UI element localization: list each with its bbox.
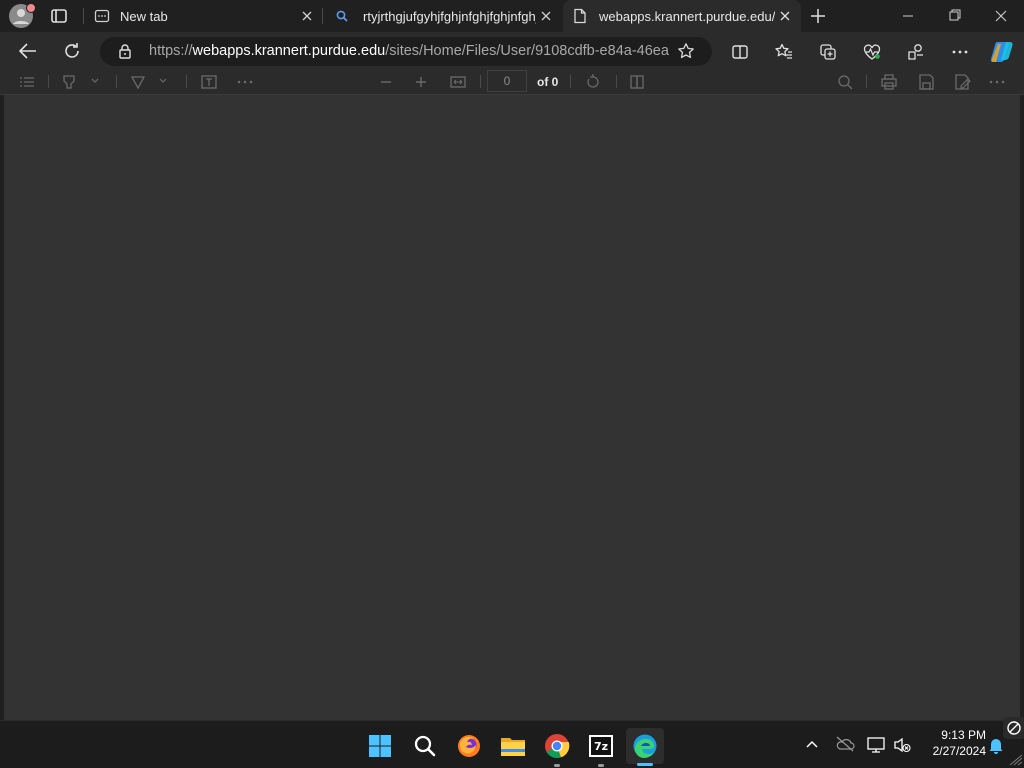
extensions-icon[interactable]	[906, 42, 926, 62]
page-number: 0	[503, 74, 511, 88]
tab-strip: New tab rtyjrthgjufgyhjfghjnfghjfghjnfgh…	[0, 0, 1024, 32]
tab-title: New tab	[120, 8, 168, 24]
more-options-icon[interactable]	[950, 42, 970, 62]
start-icon[interactable]	[362, 728, 398, 764]
url-scheme: https://	[149, 43, 193, 59]
chevron-down-icon[interactable]	[90, 76, 100, 86]
contents-list-icon[interactable]	[18, 74, 36, 90]
file-explorer-icon[interactable]	[495, 728, 531, 764]
search-icon	[335, 9, 349, 23]
find-icon[interactable]	[836, 73, 854, 91]
favorites-icon[interactable]	[774, 42, 794, 62]
save-icon[interactable]	[917, 73, 935, 91]
chevron-up-icon[interactable]	[805, 738, 819, 750]
profile-avatar[interactable]	[9, 3, 36, 28]
lock-icon[interactable]	[118, 43, 132, 60]
more-tools-icon[interactable]	[236, 73, 254, 91]
7zip-label: 7z	[591, 737, 611, 755]
notification-bell-icon[interactable]	[988, 736, 1004, 754]
network-icon[interactable]	[866, 736, 886, 754]
url-host: webapps.krannert.purdue.edu	[192, 43, 386, 59]
tab-title: rtyjrthgjufgyhjfghjnfghjfghjnfghjnfghj	[363, 8, 536, 24]
draw-icon[interactable]	[129, 73, 147, 91]
new-tab-button[interactable]	[808, 6, 828, 26]
tab-title: webapps.krannert.purdue.edu/sites/	[599, 8, 775, 24]
clock-time: 9:13 PM	[941, 728, 986, 742]
zoom-out-icon[interactable]	[378, 74, 394, 90]
favorite-star-icon[interactable]	[677, 42, 695, 60]
settings-more-icon[interactable]	[988, 73, 1006, 91]
7zip-icon[interactable]: 7z	[583, 728, 619, 767]
clock[interactable]: 9:13 PM 2/27/2024	[920, 727, 986, 759]
volume-muted-icon[interactable]	[892, 736, 912, 754]
document-icon	[573, 8, 587, 24]
close-icon[interactable]	[297, 6, 317, 26]
tab-pdf[interactable]: webapps.krannert.purdue.edu/sites/	[563, 0, 801, 32]
highlight-icon[interactable]	[60, 73, 78, 91]
tab-actions-icon[interactable]	[50, 7, 68, 25]
save-as-icon[interactable]	[953, 73, 971, 91]
taskbar: 7z 9:13 PM 2/27/2024	[0, 717, 1024, 768]
page-total: of 0	[537, 75, 559, 89]
do-not-disturb-icon[interactable]	[1003, 717, 1024, 739]
pdf-viewer-area[interactable]	[4, 95, 1020, 720]
chevron-down-icon[interactable]	[158, 76, 168, 86]
pdf-toolbar: 0 of 0	[0, 70, 1024, 95]
restore-button[interactable]	[945, 8, 965, 24]
refresh-button[interactable]	[62, 41, 82, 61]
search-icon[interactable]	[407, 728, 443, 764]
text-box-icon[interactable]	[200, 73, 218, 91]
zoom-in-icon[interactable]	[413, 74, 429, 90]
page-view-icon[interactable]	[628, 73, 646, 91]
close-icon[interactable]	[536, 6, 556, 26]
minimize-button[interactable]	[898, 8, 918, 24]
copilot-icon[interactable]	[989, 39, 1015, 65]
address-bar[interactable]: https://webapps.krannert.purdue.edu/site…	[100, 37, 712, 66]
fit-page-icon[interactable]	[449, 73, 467, 91]
new-tab-page-icon	[94, 8, 110, 24]
page-number-input[interactable]: 0	[487, 70, 527, 92]
print-icon[interactable]	[880, 73, 898, 91]
close-icon[interactable]	[775, 6, 795, 26]
onedrive-offline-icon[interactable]	[835, 736, 855, 752]
close-window-button[interactable]	[991, 8, 1011, 24]
rotate-icon[interactable]	[584, 73, 602, 91]
browser-essentials-icon[interactable]	[862, 42, 882, 62]
tab-search[interactable]: rtyjrthgjufgyhjfghjnfghjfghjnfghjnfghj	[325, 0, 560, 32]
tab-new-tab[interactable]: New tab	[86, 0, 321, 32]
clock-date: 2/27/2024	[932, 744, 986, 758]
collections-icon[interactable]	[818, 42, 838, 62]
back-button[interactable]	[17, 41, 39, 61]
url-path: /sites/Home/Files/User/9108cdfb-e84a-46e…	[385, 43, 669, 59]
url-text[interactable]: https://webapps.krannert.purdue.edu/site…	[149, 43, 669, 59]
chrome-icon[interactable]	[539, 728, 575, 767]
firefox-icon[interactable]	[451, 728, 487, 764]
split-screen-icon[interactable]	[730, 42, 750, 62]
edge-icon[interactable]	[626, 728, 664, 766]
corner-overflow-icon	[1008, 753, 1024, 767]
